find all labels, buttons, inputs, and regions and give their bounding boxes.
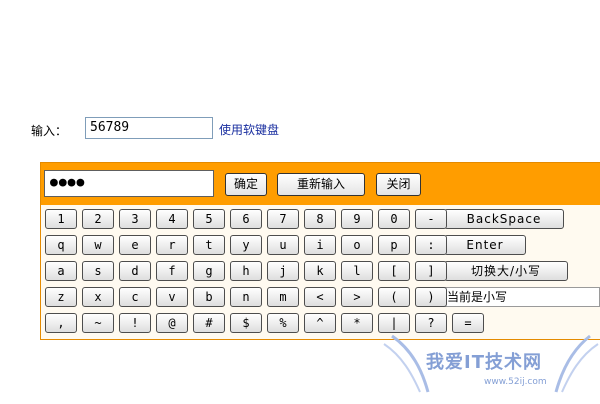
key-0-10[interactable]: -: [415, 209, 447, 229]
key-4-7[interactable]: ^: [304, 313, 336, 333]
key-2-1[interactable]: s: [82, 261, 114, 281]
key-4-2[interactable]: !: [119, 313, 151, 333]
key-3-5[interactable]: n: [230, 287, 262, 307]
key-1-6[interactable]: u: [267, 235, 299, 255]
key-0-2[interactable]: 3: [119, 209, 151, 229]
key-4-4[interactable]: #: [193, 313, 225, 333]
key-2-3[interactable]: f: [156, 261, 188, 281]
reset-input-button[interactable]: 重新输入: [277, 173, 365, 196]
main-input-field[interactable]: 56789: [85, 117, 213, 139]
key-0-4[interactable]: 5: [193, 209, 225, 229]
key-4-8[interactable]: *: [341, 313, 373, 333]
key-2-9[interactable]: [: [378, 261, 410, 281]
key-1-7[interactable]: i: [304, 235, 336, 255]
key-0-6[interactable]: 7: [267, 209, 299, 229]
key-1-3[interactable]: r: [156, 235, 188, 255]
key-4-11[interactable]: =: [452, 313, 484, 333]
key-1-2[interactable]: e: [119, 235, 151, 255]
key-3-3[interactable]: v: [156, 287, 188, 307]
key-2-10[interactable]: ]: [415, 261, 447, 281]
key-1-9[interactable]: p: [378, 235, 410, 255]
key-2-6[interactable]: j: [267, 261, 299, 281]
key-3-1[interactable]: x: [82, 287, 114, 307]
key-4-0[interactable]: ,: [45, 313, 77, 333]
key-3-9[interactable]: (: [378, 287, 410, 307]
enter-key[interactable]: Enter: [444, 235, 526, 255]
key-1-1[interactable]: w: [82, 235, 114, 255]
key-4-1[interactable]: ~: [82, 313, 114, 333]
key-1-5[interactable]: y: [230, 235, 262, 255]
key-0-3[interactable]: 4: [156, 209, 188, 229]
key-2-0[interactable]: a: [45, 261, 77, 281]
key-3-7[interactable]: <: [304, 287, 336, 307]
key-4-3[interactable]: @: [156, 313, 188, 333]
key-4-6[interactable]: %: [267, 313, 299, 333]
key-3-8[interactable]: >: [341, 287, 373, 307]
key-2-5[interactable]: h: [230, 261, 262, 281]
watermark: [383, 331, 600, 401]
watermark-text: 我爱IT技术网: [426, 352, 542, 373]
watermark-url: www.52ij.com: [484, 377, 547, 387]
key-0-8[interactable]: 9: [341, 209, 373, 229]
key-1-10[interactable]: :: [415, 235, 447, 255]
key-1-4[interactable]: t: [193, 235, 225, 255]
key-4-10[interactable]: ?: [415, 313, 447, 333]
key-3-6[interactable]: m: [267, 287, 299, 307]
key-2-2[interactable]: d: [119, 261, 151, 281]
case-status-label: 当前是小写: [442, 287, 600, 307]
confirm-button[interactable]: 确定: [225, 173, 267, 196]
key-0-9[interactable]: 0: [378, 209, 410, 229]
use-soft-keyboard-link[interactable]: 使用软键盘: [219, 121, 279, 138]
key-0-0[interactable]: 1: [45, 209, 77, 229]
key-3-4[interactable]: b: [193, 287, 225, 307]
key-3-10[interactable]: ): [415, 287, 447, 307]
key-0-7[interactable]: 8: [304, 209, 336, 229]
key-2-4[interactable]: g: [193, 261, 225, 281]
password-display-field[interactable]: ●●●●: [44, 170, 214, 197]
backspace-key[interactable]: BackSpace: [444, 209, 564, 229]
key-1-0[interactable]: q: [45, 235, 77, 255]
key-4-9[interactable]: |: [378, 313, 410, 333]
keyboard-header: ●●●● 确定 重新输入 关闭: [41, 163, 600, 205]
soft-keyboard-panel: ●●●● 确定 重新输入 关闭 BackSpace Enter 切换大/小写 当…: [40, 162, 600, 340]
wings-logo-icon: [383, 334, 599, 393]
key-4-5[interactable]: $: [230, 313, 262, 333]
key-3-2[interactable]: c: [119, 287, 151, 307]
input-label: 输入：: [31, 124, 68, 138]
key-2-7[interactable]: k: [304, 261, 336, 281]
site-watermark: 我爱IT技术网 www.52ij.com: [382, 330, 600, 400]
switch-case-key[interactable]: 切换大/小写: [444, 261, 568, 281]
key-0-5[interactable]: 6: [230, 209, 262, 229]
key-3-0[interactable]: z: [45, 287, 77, 307]
key-0-1[interactable]: 2: [82, 209, 114, 229]
key-1-8[interactable]: o: [341, 235, 373, 255]
close-keyboard-button[interactable]: 关闭: [376, 173, 421, 196]
key-2-8[interactable]: l: [341, 261, 373, 281]
